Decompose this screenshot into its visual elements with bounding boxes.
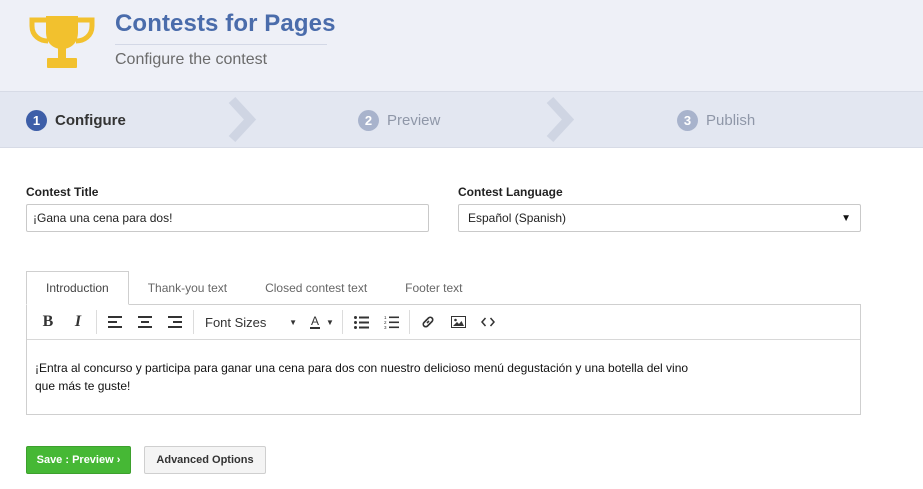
- align-right-button[interactable]: [160, 309, 190, 335]
- caret-down-icon: ▼: [289, 317, 297, 327]
- image-icon: [450, 316, 466, 328]
- align-left-button[interactable]: [100, 309, 130, 335]
- toolbar-divider: [409, 310, 410, 334]
- step-label: Preview: [387, 111, 441, 129]
- contest-title-input[interactable]: [26, 204, 429, 232]
- step-label: Configure: [55, 111, 126, 129]
- text-color-dropdown[interactable]: A ▼: [305, 309, 339, 335]
- step-publish[interactable]: 3 Publish: [677, 109, 755, 131]
- font-size-label: Font Sizes: [205, 314, 267, 330]
- bold-button[interactable]: B: [33, 309, 63, 335]
- content-tabs: Introduction Thank-you text Closed conte…: [26, 271, 482, 305]
- svg-text:3: 3: [384, 325, 387, 329]
- step-number: 1: [26, 109, 47, 131]
- tab-footer-text[interactable]: Footer text: [386, 271, 481, 305]
- app-title: Contests for Pages: [115, 10, 336, 37]
- title-divider: [115, 44, 327, 45]
- chevron-right-icon: [228, 96, 257, 143]
- contest-language-select[interactable]: Español (Spanish) ▼: [458, 204, 861, 232]
- bullet-list-button[interactable]: [346, 309, 376, 335]
- contest-language-label: Contest Language: [458, 185, 563, 199]
- app-subtitle: Configure the contest: [115, 51, 268, 68]
- numbered-list-button[interactable]: 123: [376, 309, 406, 335]
- numbered-list-icon: 123: [384, 315, 399, 329]
- tab-introduction[interactable]: Introduction: [26, 271, 129, 305]
- toolbar-divider: [96, 310, 97, 334]
- image-button[interactable]: [443, 309, 473, 335]
- wizard-steps: 1 Configure 2 Preview 3 Publish: [0, 91, 923, 148]
- step-preview[interactable]: 2 Preview: [358, 109, 440, 131]
- code-button[interactable]: [473, 309, 503, 335]
- editor-toolbar: B I Font Sizes ▼ A ▼ 123: [27, 305, 860, 340]
- link-button[interactable]: [413, 309, 443, 335]
- editor-content[interactable]: ¡Entra al concurso y participa para gana…: [27, 340, 707, 395]
- bullet-list-icon: [353, 315, 369, 329]
- italic-button[interactable]: I: [63, 309, 93, 335]
- step-label: Publish: [706, 111, 756, 129]
- step-number: 2: [358, 109, 379, 131]
- align-center-icon: [138, 316, 152, 328]
- align-right-icon: [168, 316, 182, 328]
- contest-title-label: Contest Title: [26, 185, 99, 199]
- caret-down-icon: ▼: [841, 212, 851, 224]
- align-center-button[interactable]: [130, 309, 160, 335]
- align-left-icon: [108, 316, 122, 328]
- toolbar-divider: [342, 310, 343, 334]
- advanced-options-button[interactable]: Advanced Options: [144, 446, 266, 474]
- step-configure[interactable]: 1 Configure: [26, 109, 126, 131]
- save-preview-button[interactable]: Save : Preview ›: [26, 446, 131, 474]
- link-icon: [422, 316, 434, 328]
- text-color-icon: A: [310, 314, 321, 329]
- contest-language-value: Español (Spanish): [468, 211, 567, 225]
- rich-text-editor: B I Font Sizes ▼ A ▼ 123 ¡Entra al concu…: [26, 304, 861, 415]
- code-icon: [481, 317, 495, 327]
- toolbar-divider: [193, 310, 194, 334]
- step-number: 3: [677, 109, 698, 131]
- app-header: Contests for Pages Configure the contest: [0, 0, 923, 91]
- chevron-right-icon: [546, 96, 575, 143]
- caret-down-icon: ▼: [326, 317, 334, 327]
- trophy-icon: [29, 16, 95, 68]
- font-size-dropdown[interactable]: Font Sizes ▼: [197, 309, 305, 335]
- tab-closed-contest-text[interactable]: Closed contest text: [246, 271, 386, 305]
- tab-thank-you-text[interactable]: Thank-you text: [129, 271, 246, 305]
